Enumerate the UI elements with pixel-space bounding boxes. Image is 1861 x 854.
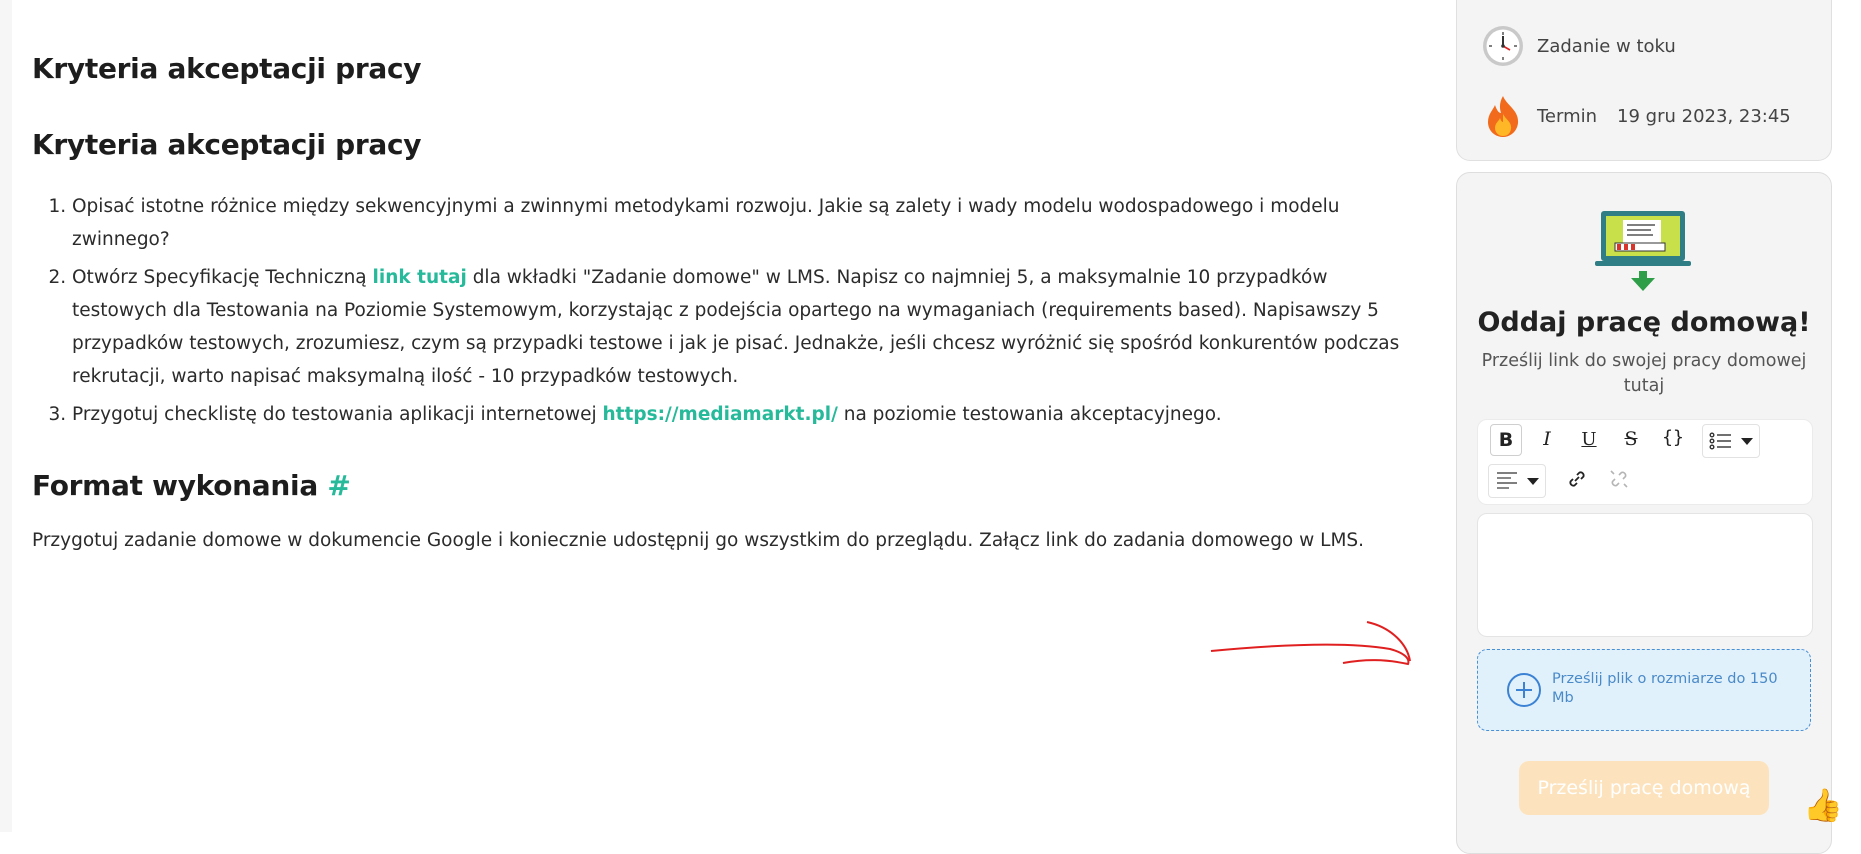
format-heading-text: Format wykonania	[32, 469, 318, 502]
submit-subtitle: Prześlij link do swojej pracy domowej tu…	[1481, 351, 1807, 396]
criteria-list: Opisać istotne różnice między sekwencyjn…	[32, 190, 1412, 436]
format-heading: Format wykonania #	[32, 469, 351, 502]
italic-icon[interactable]: I	[1532, 424, 1562, 454]
deadline-row: Termin 19 gru 2023, 23:45	[1481, 94, 1791, 138]
status-row: Zadanie w toku	[1481, 24, 1676, 68]
acceptance-criteria-heading-2: Kryteria akceptacji pracy	[32, 128, 422, 161]
align-icon	[1497, 472, 1517, 489]
list-dropdown[interactable]	[1702, 424, 1760, 458]
deadline-value: 19 gru 2023, 23:45	[1617, 105, 1791, 127]
file-upload-dropzone[interactable]: Prześlij plik o rozmiarze do 150 Mb	[1477, 649, 1811, 731]
list-item: Przygotuj checklistę do testowania aplik…	[72, 398, 1412, 431]
format-description: Przygotuj zadanie domowe w dokumencie Go…	[32, 530, 1365, 551]
criteria-text: na poziomie testowania akceptacyjnego.	[837, 404, 1222, 425]
spec-link[interactable]: link tutaj	[373, 267, 467, 288]
list-icon	[1709, 432, 1731, 450]
bold-icon[interactable]: B	[1490, 424, 1522, 456]
list-item: Otwórz Specyfikację Techniczną link tuta…	[72, 261, 1412, 393]
anchor-hash-link[interactable]: #	[327, 469, 350, 502]
underline-icon[interactable]: U	[1574, 424, 1604, 454]
criteria-text: Opisać istotne różnice między sekwencyjn…	[72, 196, 1340, 250]
editor-toolbar: B I U S {}	[1477, 419, 1813, 505]
upload-label: Prześlij plik o rozmiarze do 150 Mb	[1552, 671, 1778, 706]
thumbs-up-icon[interactable]: 👍	[1803, 786, 1843, 824]
clock-icon	[1483, 26, 1523, 66]
homework-link-editor[interactable]	[1477, 513, 1813, 637]
list-item: Opisać istotne różnice między sekwencyjn…	[72, 190, 1412, 256]
red-annotation-arrow	[1210, 621, 1411, 666]
submit-homework-button[interactable]: Prześlij pracę domową	[1519, 761, 1769, 815]
submit-title: Oddaj pracę domową!	[1477, 307, 1811, 338]
deadline-label: Termin	[1537, 105, 1598, 127]
align-dropdown[interactable]	[1488, 464, 1546, 498]
laptop-illustration	[1595, 211, 1691, 291]
code-icon[interactable]: {}	[1658, 422, 1688, 452]
criteria-text: Otwórz Specyfikację Techniczną	[72, 267, 373, 288]
left-border-strip	[0, 0, 12, 832]
status-card: Zadanie w toku Termin 19 gru 2023, 23:45	[1456, 0, 1832, 161]
unlink-icon[interactable]	[1604, 464, 1634, 494]
plus-circle-icon	[1507, 673, 1541, 707]
criteria-text: Przygotuj checklistę do testowania aplik…	[72, 404, 603, 425]
mediamarkt-link[interactable]: https://mediamarkt.pl/	[603, 404, 838, 425]
submission-card: Oddaj pracę domową! Prześlij link do swo…	[1456, 172, 1832, 854]
chevron-down-icon	[1527, 477, 1539, 485]
chevron-down-icon	[1741, 437, 1753, 445]
fire-icon	[1488, 96, 1519, 137]
strikethrough-icon[interactable]: S	[1616, 424, 1646, 454]
status-label: Zadanie w toku	[1537, 35, 1676, 57]
link-icon[interactable]	[1562, 464, 1592, 494]
acceptance-criteria-heading: Kryteria akceptacji pracy	[32, 52, 422, 85]
